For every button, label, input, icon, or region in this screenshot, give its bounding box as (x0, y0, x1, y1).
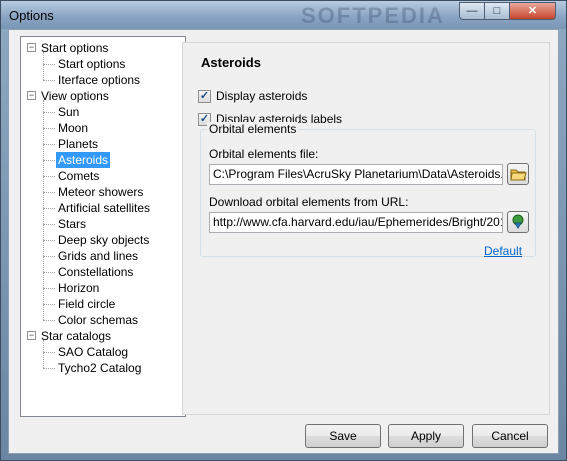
display-asteroids-label: Display asteroids (216, 89, 308, 103)
tree-connector (43, 176, 55, 177)
tree-item-label[interactable]: Asteroids (56, 152, 111, 168)
tree-item-label[interactable]: Constellations (56, 264, 135, 280)
tree-group-label[interactable]: Start options (39, 40, 110, 56)
tree-item-label[interactable]: SAO Catalog (56, 344, 130, 360)
tree-connector (43, 64, 55, 65)
default-link[interactable]: Default (484, 244, 522, 258)
tree-connector (43, 256, 55, 257)
minimize-button[interactable]: — (459, 2, 485, 20)
page-title: Asteroids (201, 55, 261, 70)
tree-connector (43, 192, 55, 193)
tree-connector (43, 160, 55, 161)
options-tree[interactable]: − Start options Start options Iterface opti… (20, 36, 186, 417)
tree-connector (43, 272, 55, 273)
tree-group-label[interactable]: Star catalogs (39, 328, 113, 344)
display-asteroids-row[interactable]: ✓ Display asteroids (198, 88, 307, 104)
softpedia-watermark: SOFTPEDIA (301, 3, 445, 28)
tree-connector (43, 288, 55, 289)
group-caption: Orbital elements (207, 122, 299, 136)
tree-connector (43, 352, 55, 353)
tree-expander-icon[interactable]: − (27, 331, 36, 340)
tree-expander-icon[interactable]: − (27, 91, 36, 100)
tree-item-label[interactable]: Grids and lines (56, 248, 140, 264)
download-button[interactable] (507, 211, 529, 233)
options-window: Options SOFTPEDIA — □ ✕ − Start options St… (0, 0, 567, 461)
tree-connector (43, 368, 55, 369)
display-asteroids-checkbox[interactable]: ✓ (198, 89, 211, 103)
tree-expander-icon[interactable]: − (27, 43, 36, 52)
window-title: Options (9, 8, 54, 23)
orbital-file-label: Orbital elements file: (209, 147, 319, 161)
tree-item-label[interactable]: Artificial satellites (56, 200, 152, 216)
tree-connector (43, 340, 44, 368)
tree-connector (43, 112, 55, 113)
tree-connector (43, 128, 55, 129)
tree-item-label[interactable]: Stars (56, 216, 88, 232)
tree-item-label[interactable]: Color schemas (56, 312, 140, 328)
orbital-elements-group: Orbital elements Orbital elements file: … (200, 122, 536, 258)
tree-item-label[interactable]: Start options (56, 56, 127, 72)
tree-item-label[interactable]: Meteor showers (56, 184, 145, 200)
browse-button[interactable] (507, 163, 529, 185)
tree-item-label[interactable]: Planets (56, 136, 100, 152)
tree-connector (43, 80, 55, 81)
orbital-url-label: Download orbital elements from URL: (209, 195, 409, 209)
tree-item-label[interactable]: Horizon (56, 280, 101, 296)
tree-item-label[interactable]: Moon (56, 120, 90, 136)
cancel-button[interactable]: Cancel (472, 424, 548, 448)
tree-item-label[interactable]: Deep sky objects (56, 232, 151, 248)
maximize-button[interactable]: □ (484, 2, 510, 20)
title-bar[interactable]: Options SOFTPEDIA — □ ✕ (1, 1, 566, 29)
orbital-file-input[interactable]: C:\Program Files\AcruSky Planetarium\Dat… (209, 164, 503, 185)
tree-connector (43, 304, 55, 305)
orbital-url-input[interactable]: http://www.cfa.harvard.edu/iau/Ephemerid… (209, 212, 503, 233)
tree-connector (43, 208, 55, 209)
tree-connector (43, 320, 55, 321)
tree-connector (43, 240, 55, 241)
tree-group-label[interactable]: View options (39, 88, 111, 104)
close-button[interactable]: ✕ (509, 2, 556, 20)
save-button[interactable]: Save (305, 424, 381, 448)
tree-item-label[interactable]: Field circle (56, 296, 117, 312)
settings-panel: Asteroids ✓ Display asteroids ✓ Display … (182, 42, 550, 415)
folder-icon (510, 169, 527, 181)
tree-item-label[interactable]: Comets (56, 168, 101, 184)
tree-item-label[interactable]: Tycho2 Catalog (56, 360, 143, 376)
tree-connector (43, 224, 55, 225)
apply-button[interactable]: Apply (388, 424, 464, 448)
tree-item-label[interactable]: Iterface options (56, 72, 142, 88)
tree-connector (43, 100, 44, 320)
download-icon (512, 214, 524, 229)
dialog-body: − Start options Start options Iterface opti… (8, 29, 559, 454)
tree-connector (43, 144, 55, 145)
tree-item-label[interactable]: Sun (56, 104, 81, 120)
tree-connector (43, 52, 44, 80)
